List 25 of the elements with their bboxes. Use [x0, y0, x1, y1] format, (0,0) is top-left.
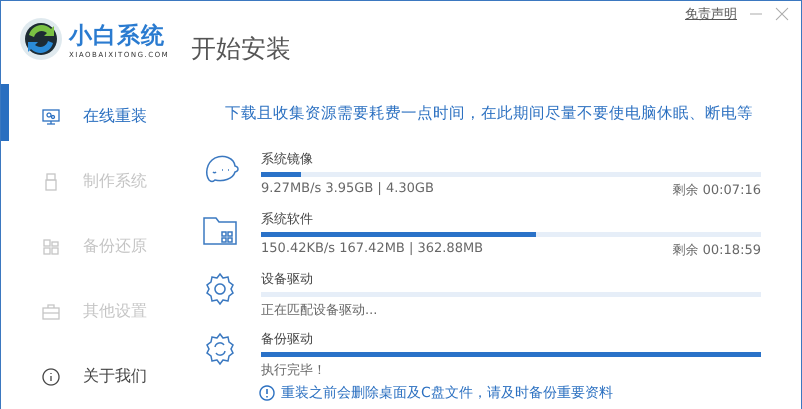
- briefcase-icon: [41, 302, 61, 322]
- task-title: 备份驱动: [261, 331, 314, 348]
- notice-text: 下载且收集资源需要耗费一点时间，在此期间尽量不要使电脑休眠、断电等: [225, 103, 754, 124]
- task-detail: 执行完毕！: [261, 362, 326, 379]
- task-title: 系统镜像: [261, 151, 314, 168]
- logo-icon: [19, 17, 63, 61]
- sidebar-item[interactable]: 在线重装: [1, 84, 193, 149]
- task-detail: 正在匹配设备驱动...: [261, 302, 378, 319]
- close-icon[interactable]: [775, 7, 789, 21]
- task-detail: 150.42KB/s 167.42MB | 362.88MB: [261, 241, 484, 258]
- info-icon: [259, 385, 275, 401]
- task-detail: 9.27MB/s 3.95GB | 4.30GB: [261, 181, 434, 198]
- task-title: 系统软件: [261, 211, 314, 228]
- sidebar-item[interactable]: 关于我们: [1, 344, 193, 409]
- monitor-icon: [41, 106, 61, 126]
- page-title: 开始安装: [191, 32, 292, 64]
- info-icon: [41, 366, 61, 386]
- time-remaining: 剩余 00:18:59: [672, 242, 761, 259]
- time-remaining: 剩余 00:07:16: [672, 182, 761, 199]
- warning-text: 重装之前会删除桌面及C盘文件，请及时备份重要资料: [281, 384, 613, 402]
- disclaimer-link[interactable]: 免责声明: [685, 5, 737, 23]
- logo-name: 小白系统: [69, 22, 166, 50]
- grid-icon: [41, 236, 61, 256]
- task-title: 设备驱动: [261, 271, 314, 288]
- active-indicator: [1, 84, 9, 141]
